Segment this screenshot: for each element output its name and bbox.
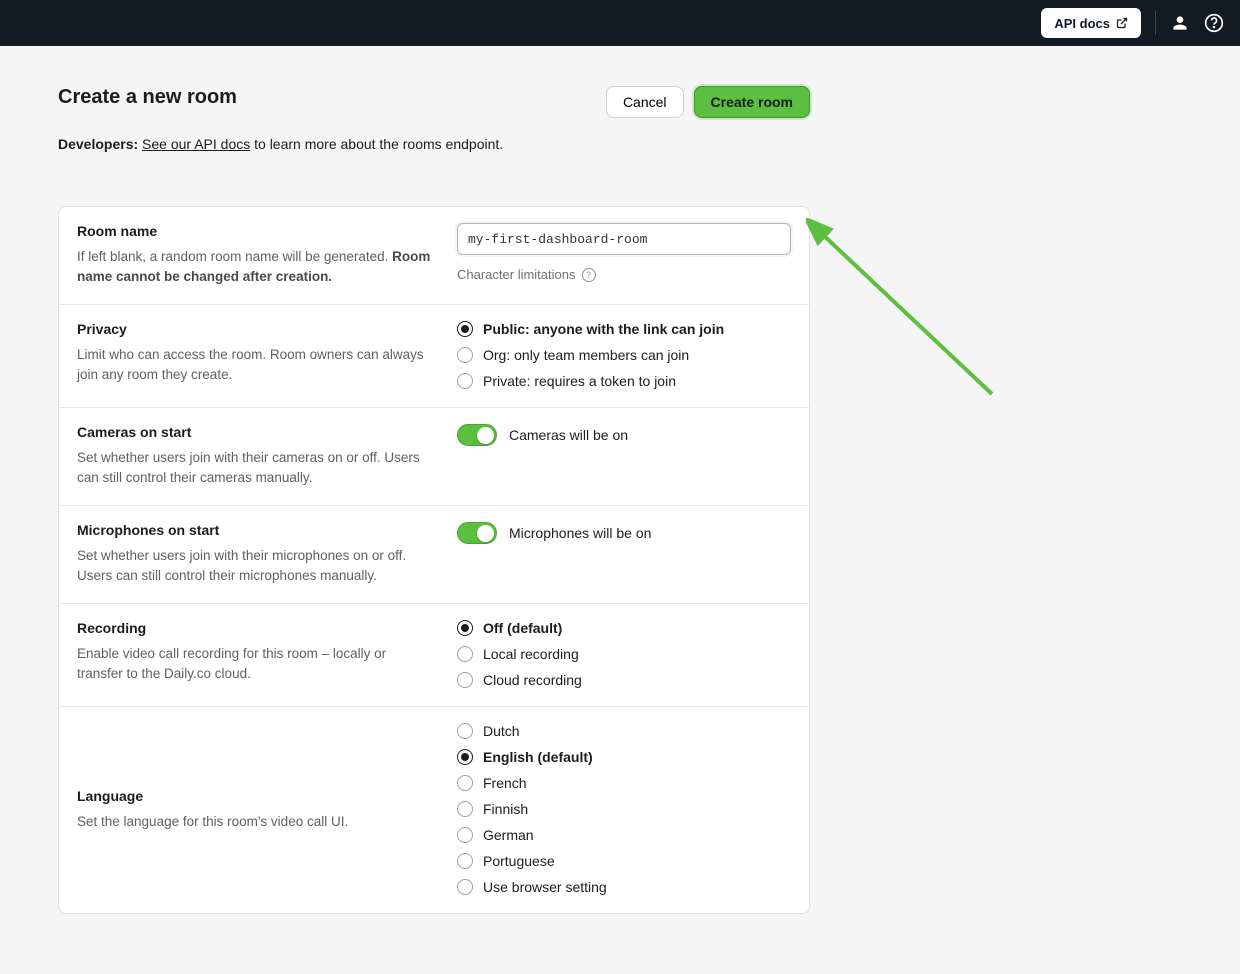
radio-label: Private: requires a token to join <box>483 373 676 389</box>
radio-icon <box>457 827 473 843</box>
help-icon[interactable] <box>1204 13 1224 33</box>
cameras-label: Cameras on start <box>77 424 433 440</box>
radio-label: Finnish <box>483 801 528 817</box>
radio-option[interactable]: German <box>457 827 791 843</box>
radio-icon <box>457 801 473 817</box>
user-icon[interactable] <box>1170 13 1190 33</box>
create-room-button[interactable]: Create room <box>694 86 810 118</box>
recording-label: Recording <box>77 620 433 636</box>
radio-icon <box>457 775 473 791</box>
radio-icon <box>457 879 473 895</box>
recording-options: Off (default) Local recording Cloud record… <box>457 620 791 688</box>
radio-option[interactable]: Dutch <box>457 723 791 739</box>
radio-icon <box>457 321 473 337</box>
radio-label: English (default) <box>483 749 593 765</box>
room-name-input[interactable] <box>457 223 791 255</box>
radio-option[interactable]: Finnish <box>457 801 791 817</box>
row-microphones: Microphones on start Set whether users j… <box>59 506 809 604</box>
char-limitations[interactable]: Character limitations? <box>457 267 791 282</box>
radio-option[interactable]: Use browser setting <box>457 879 791 895</box>
radio-icon <box>457 853 473 869</box>
language-options: Dutch English (default) French Finnish Germa… <box>457 723 791 895</box>
language-label: Language <box>77 788 433 804</box>
radio-label: Off (default) <box>483 620 562 636</box>
form-card: Room name If left blank, a random room n… <box>58 206 810 914</box>
radio-icon <box>457 646 473 662</box>
recording-desc: Enable video call recording for this roo… <box>77 644 433 683</box>
radio-label: French <box>483 775 527 791</box>
radio-option[interactable]: Portuguese <box>457 853 791 869</box>
cameras-toggle[interactable] <box>457 424 497 446</box>
api-docs-label: API docs <box>1054 16 1110 31</box>
row-recording: Recording Enable video call recording fo… <box>59 604 809 707</box>
row-privacy: Privacy Limit who can access the room. R… <box>59 305 809 408</box>
api-docs-button[interactable]: API docs <box>1041 8 1141 38</box>
action-buttons: Cancel Create room <box>606 86 810 118</box>
radio-icon <box>457 749 473 765</box>
privacy-label: Privacy <box>77 321 433 337</box>
language-desc: Set the language for this room's video c… <box>77 812 433 832</box>
page-title: Create a new room <box>58 86 237 109</box>
cameras-state-label: Cameras will be on <box>509 427 628 443</box>
microphones-toggle[interactable] <box>457 522 497 544</box>
room-name-label: Room name <box>77 223 433 239</box>
developer-note-suffix: to learn more about the rooms endpoint. <box>250 136 503 152</box>
developer-note-prefix: Developers: <box>58 136 138 152</box>
radio-icon <box>457 620 473 636</box>
radio-option[interactable]: Cloud recording <box>457 672 791 688</box>
radio-option[interactable]: Off (default) <box>457 620 791 636</box>
radio-label: Cloud recording <box>483 672 582 688</box>
external-link-icon <box>1116 17 1128 29</box>
radio-icon <box>457 723 473 739</box>
radio-option[interactable]: Org: only team members can join <box>457 347 791 363</box>
cancel-button[interactable]: Cancel <box>606 86 684 118</box>
radio-option[interactable]: Public: anyone with the link can join <box>457 321 791 337</box>
question-icon: ? <box>582 268 596 282</box>
radio-label: Public: anyone with the link can join <box>483 321 724 337</box>
page-header: Create a new room Cancel Create room <box>58 86 810 118</box>
radio-icon <box>457 373 473 389</box>
radio-icon <box>457 672 473 688</box>
radio-label: Local recording <box>483 646 579 662</box>
mics-state-label: Microphones will be on <box>509 525 651 541</box>
radio-label: Dutch <box>483 723 520 739</box>
privacy-desc: Limit who can access the room. Room owne… <box>77 345 433 384</box>
page: Create a new room Cancel Create room Dev… <box>0 46 1240 974</box>
api-docs-link[interactable]: See our API docs <box>142 136 250 152</box>
row-language: Language Set the language for this room'… <box>59 707 809 913</box>
row-cameras: Cameras on start Set whether users join … <box>59 408 809 506</box>
radio-label: Portuguese <box>483 853 555 869</box>
radio-label: Org: only team members can join <box>483 347 689 363</box>
mics-label: Microphones on start <box>77 522 433 538</box>
developer-note: Developers: See our API docs to learn mo… <box>58 136 1182 152</box>
topbar-divider <box>1155 11 1156 35</box>
privacy-options: Public: anyone with the link can join Org… <box>457 321 791 389</box>
radio-option[interactable]: English (default) <box>457 749 791 765</box>
cameras-desc: Set whether users join with their camera… <box>77 448 433 487</box>
radio-label: Use browser setting <box>483 879 607 895</box>
room-name-desc: If left blank, a random room name will b… <box>77 247 433 286</box>
topbar: API docs <box>0 0 1240 46</box>
row-room-name: Room name If left blank, a random room n… <box>59 207 809 305</box>
radio-label: German <box>483 827 534 843</box>
radio-option[interactable]: Local recording <box>457 646 791 662</box>
mics-desc: Set whether users join with their microp… <box>77 546 433 585</box>
radio-option[interactable]: Private: requires a token to join <box>457 373 791 389</box>
radio-icon <box>457 347 473 363</box>
radio-option[interactable]: French <box>457 775 791 791</box>
